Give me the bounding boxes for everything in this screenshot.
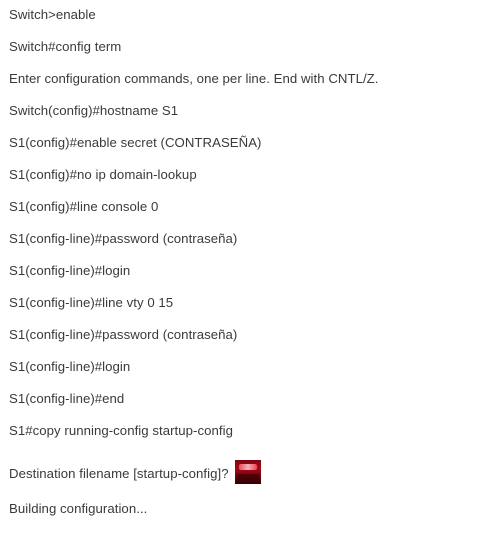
transcript-line: S1(config-line)#login: [9, 359, 131, 374]
transcript-line: S1(config-line)#login: [9, 263, 131, 278]
transcript-line: S1#copy running-config startup-config: [9, 423, 233, 438]
transcript-line: Switch>enable: [9, 7, 96, 22]
transcript-line: Enter configuration commands, one per li…: [9, 71, 379, 86]
transcript-line: S1(config)#no ip domain-lookup: [9, 167, 197, 182]
red-cursor-image-icon: [235, 460, 262, 484]
image-glare: [239, 464, 258, 470]
cli-transcript: Switch>enable Switch#config term Enter c…: [9, 0, 479, 553]
transcript-line: Switch#config term: [9, 39, 122, 54]
image-shadow: [237, 474, 260, 482]
transcript-line: Building configuration...: [9, 501, 148, 516]
transcript-line: S1(config-line)#password (contraseña): [9, 231, 238, 246]
transcript-line: S1(config-line)#line vty 0 15: [9, 295, 174, 310]
transcript-line: S1(config-line)#end: [9, 391, 125, 406]
transcript-line: Switch(config)#hostname S1: [9, 103, 179, 118]
destination-prompt-text: Destination filename [startup-config]?: [9, 466, 229, 481]
transcript-line: S1(config)#line console 0: [9, 199, 159, 214]
transcript-line-with-image: Destination filename [startup-config]?: [9, 460, 262, 484]
transcript-line: S1(config)#enable secret (CONTRASEÑA): [9, 135, 262, 150]
transcript-line: S1(config-line)#password (contraseña): [9, 327, 238, 342]
